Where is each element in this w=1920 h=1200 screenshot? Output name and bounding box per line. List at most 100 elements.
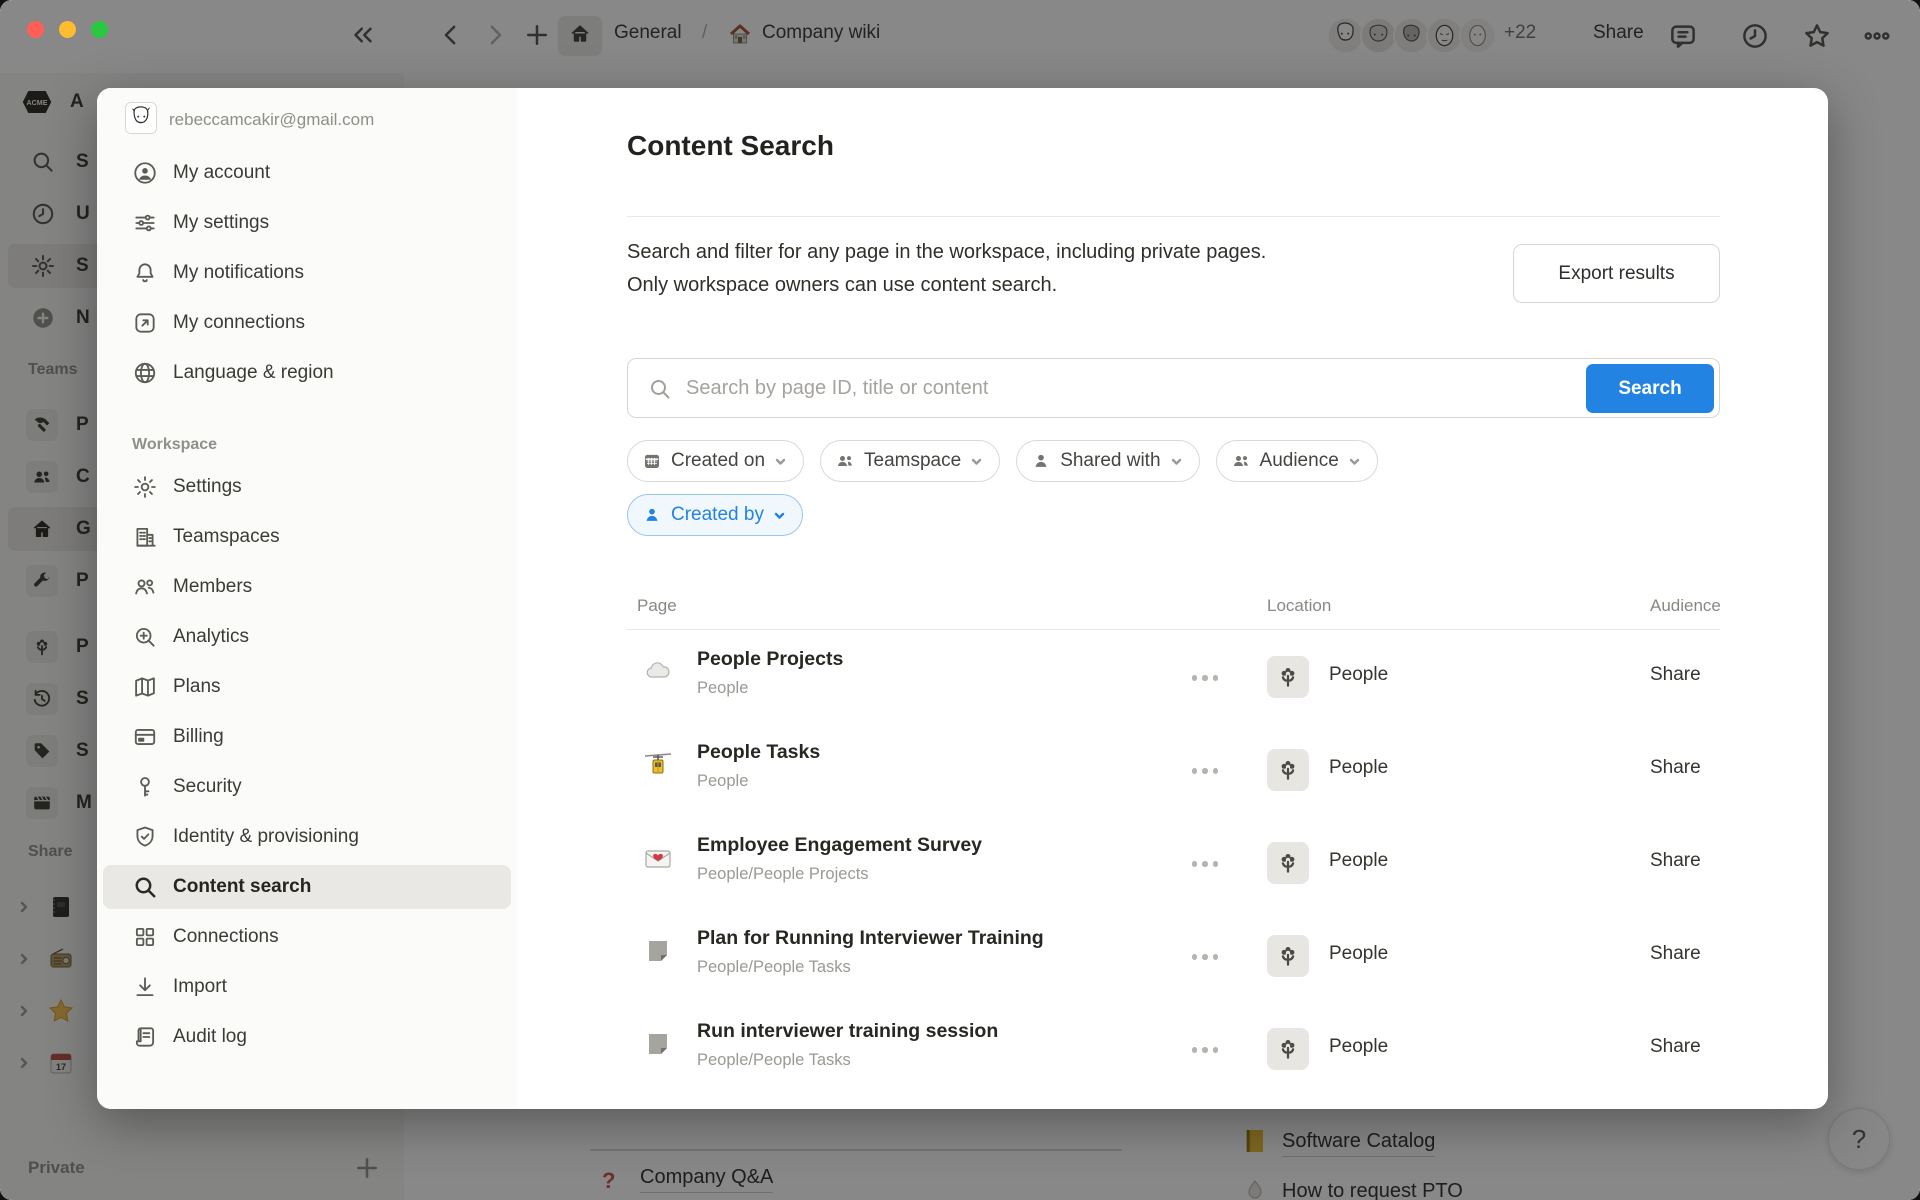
sidebar-item-label: Security (173, 776, 242, 798)
globe-icon (132, 360, 158, 386)
location-label: People (1329, 757, 1388, 779)
chevron-down-icon (774, 455, 787, 468)
teamspace-flower-icon (1267, 749, 1309, 791)
description-line: Search and filter for any page in the wo… (627, 241, 1266, 263)
sidebar-item-my-account[interactable]: My account (97, 148, 517, 198)
row-more-options[interactable] (1182, 760, 1228, 782)
people-icon (1231, 451, 1251, 471)
sidebar-item-language-region[interactable]: Language & region (97, 348, 517, 398)
page-title[interactable]: Plan for Running Interviewer Training (697, 927, 1044, 950)
filter-label: Teamspace (864, 450, 961, 472)
filter-created-on[interactable]: Created on (627, 440, 804, 482)
audience-label: Share (1650, 757, 1701, 779)
sidebar-item-label: Audit log (173, 1026, 247, 1048)
map-icon (132, 674, 158, 700)
sidebar-item-security[interactable]: Security (97, 762, 517, 812)
content-search-bar: Search (627, 358, 1720, 418)
close-window-button[interactable] (27, 21, 44, 38)
sidebar-item-label: My account (173, 162, 270, 184)
search-icon (132, 874, 158, 900)
page-title[interactable]: Run interviewer training session (697, 1020, 998, 1043)
sidebar-item-plans[interactable]: Plans (97, 662, 517, 712)
table-row[interactable]: Plan for Running Interviewer Training Pe… (627, 910, 1720, 1003)
sidebar-item-audit-log[interactable]: Audit log (97, 1012, 517, 1062)
sidebar-item-analytics[interactable]: Analytics (97, 612, 517, 662)
calendar-icon (642, 451, 662, 471)
sidebar-item-teamspaces[interactable]: Teamspaces (97, 512, 517, 562)
sidebar-item-identity-provisioning[interactable]: Identity & provisioning (97, 812, 517, 862)
table-row[interactable]: People Tasks People People Share (627, 724, 1720, 817)
gray-page-icon (643, 1029, 673, 1059)
active-filter-row: Created by (627, 494, 803, 536)
sidebar-item-my-connections[interactable]: My connections (97, 298, 517, 348)
chevron-down-icon (1348, 455, 1361, 468)
page-title[interactable]: People Projects (697, 648, 843, 671)
settings-modal: rebeccamcakir@gmail.com My account My se… (97, 88, 1828, 1109)
filter-audience[interactable]: Audience (1216, 440, 1378, 482)
sidebar-item-my-settings[interactable]: My settings (97, 198, 517, 248)
row-more-options[interactable] (1182, 667, 1228, 689)
cloud-icon (643, 657, 673, 687)
account-header: rebeccamcakir@gmail.com (97, 88, 517, 148)
sidebar-item-my-notifications[interactable]: My notifications (97, 248, 517, 298)
sidebar-item-label: Members (173, 576, 252, 598)
account-avatar (125, 102, 157, 134)
sidebar-item-import[interactable]: Import (97, 962, 517, 1012)
table-row[interactable]: People Projects People People Share (627, 631, 1720, 724)
export-results-button[interactable]: Export results (1513, 244, 1720, 303)
sidebar-item-label: Language & region (173, 362, 334, 384)
filter-teamspace[interactable]: Teamspace (820, 440, 1000, 482)
sidebar-item-connections[interactable]: Connections (97, 912, 517, 962)
sliders-icon (132, 210, 158, 236)
teamspace-flower-icon (1267, 1028, 1309, 1070)
divider (627, 216, 1720, 217)
key-icon (132, 774, 158, 800)
panel-title: Content Search (627, 130, 834, 162)
audience-label: Share (1650, 664, 1701, 686)
sidebar-item-label: Teamspaces (173, 526, 280, 548)
people-icon (132, 574, 158, 600)
sidebar-item-settings[interactable]: Settings (97, 462, 517, 512)
page-title[interactable]: People Tasks (697, 741, 820, 764)
filter-created-by[interactable]: Created by (627, 494, 803, 536)
row-more-options[interactable] (1182, 853, 1228, 875)
column-header-page: Page (637, 596, 677, 616)
people-icon (835, 451, 855, 471)
column-header-audience: Audience (1650, 596, 1720, 616)
page-path: People/People Tasks (697, 1051, 851, 1070)
app-window: General / Company wiki +22 Share ACME A (0, 0, 1920, 1200)
person-icon (642, 505, 662, 525)
sidebar-item-members[interactable]: Members (97, 562, 517, 612)
sidebar-item-billing[interactable]: Billing (97, 712, 517, 762)
tram-icon (643, 750, 673, 780)
grid-icon (132, 924, 158, 950)
person-icon (1031, 451, 1051, 471)
sidebar-item-content-search[interactable]: Content search (97, 862, 517, 912)
row-more-options[interactable] (1182, 1039, 1228, 1061)
search-button[interactable]: Search (1586, 364, 1714, 413)
audience-label: Share (1650, 1036, 1701, 1058)
chevron-down-icon (773, 509, 786, 522)
chevron-down-icon (970, 455, 983, 468)
description-line: Only workspace owners can use content se… (627, 274, 1057, 296)
minimize-window-button[interactable] (59, 21, 76, 38)
gray-page-icon (643, 936, 673, 966)
location-label: People (1329, 1036, 1388, 1058)
page-title[interactable]: Employee Engagement Survey (697, 834, 982, 857)
sidebar-item-label: Analytics (173, 626, 249, 648)
table-row[interactable]: Run interviewer training session People/… (627, 1003, 1720, 1096)
person-circle-icon (132, 160, 158, 186)
panel-description: Search and filter for any page in the wo… (627, 236, 1467, 302)
content-search-panel: Content Search Search and filter for any… (627, 88, 1720, 1109)
magnifier-sparkle-icon (132, 624, 158, 650)
table-header: Page Location Audience (627, 588, 1720, 630)
row-more-options[interactable] (1182, 946, 1228, 968)
building-icon (132, 524, 158, 550)
page-path: People (697, 772, 748, 791)
search-input[interactable] (684, 360, 1564, 416)
filter-label: Shared with (1060, 450, 1160, 472)
zoom-window-button[interactable] (91, 21, 108, 38)
table-row[interactable]: Employee Engagement Survey People/People… (627, 817, 1720, 910)
filter-shared-with[interactable]: Shared with (1016, 440, 1199, 482)
search-icon (648, 377, 672, 401)
